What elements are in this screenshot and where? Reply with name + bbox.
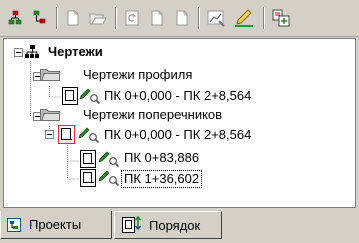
projects-tab-icon	[7, 217, 21, 232]
export-icon[interactable]	[270, 7, 292, 29]
tab-order-label: Порядок	[149, 217, 201, 233]
toolbar-separator	[115, 7, 117, 29]
order-tab-icon	[121, 215, 141, 235]
refresh-icon[interactable]	[121, 7, 143, 29]
tab-projects[interactable]: Проекты	[0, 211, 112, 239]
folder-icon	[40, 107, 60, 124]
edit-view-icon	[78, 126, 100, 147]
open-folder-icon[interactable]	[87, 7, 109, 29]
collapse-toggle[interactable]	[14, 48, 23, 57]
chart-settings-icon[interactable]	[206, 7, 228, 29]
panel-tabs: Проекты Порядок	[0, 210, 359, 243]
new-document-icon[interactable]	[62, 7, 84, 29]
toolbar-separator	[263, 7, 265, 29]
tree-cross-sub2-label[interactable]: ПК 1+36,602	[121, 170, 203, 188]
page-icon[interactable]	[171, 7, 193, 29]
page-icon[interactable]	[146, 7, 168, 29]
tree-profiles-label[interactable]: Чертежи профиля	[83, 67, 192, 83]
tree-expand-icon[interactable]	[4, 7, 26, 29]
edit-pencil-icon[interactable]	[233, 7, 255, 29]
project-tree-icon	[25, 45, 39, 62]
drawing-sheet-icon	[62, 87, 78, 108]
drawing-sheet-icon	[80, 150, 96, 171]
tab-order[interactable]: Порядок	[114, 211, 222, 239]
tree-cross-item-label[interactable]: ПК 0+0,000 - ПК 2+8,564	[104, 127, 251, 143]
toolbar-separator	[56, 7, 58, 29]
tree-cross-sections-label[interactable]: Чертежи поперечников	[83, 107, 222, 123]
folder-icon	[40, 67, 60, 84]
edit-view-icon	[79, 87, 101, 108]
toolbar-separator	[198, 7, 200, 29]
drawing-sheet-selected-icon	[58, 125, 75, 147]
collapse-toggle[interactable]	[45, 130, 54, 139]
tree-cross-sub1-label[interactable]: ПК 0+83,886	[124, 150, 199, 166]
toolbar	[0, 0, 359, 37]
tree-root-label[interactable]: Чертежи	[48, 44, 103, 60]
edit-view-icon	[98, 150, 120, 171]
tab-projects-label: Проекты	[29, 217, 82, 232]
tree-profile-item-label[interactable]: ПК 0+0,000 - ПК 2+8,564	[104, 88, 251, 104]
tree-collapse-icon[interactable]	[29, 7, 51, 29]
drawings-tree[interactable]: Чертежи Чертежи профиля ПК 0+0,000 - ПК …	[3, 38, 356, 208]
drawing-sheet-icon	[80, 169, 96, 190]
edit-view-icon	[98, 169, 120, 190]
